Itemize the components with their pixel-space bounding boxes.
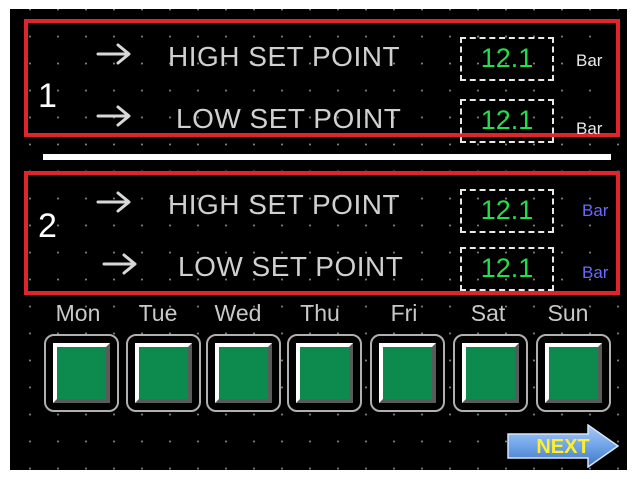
setpoint-group-2: 2 HIGH SET POINT 12.1 Bar LOW SET POINT … xyxy=(24,171,620,295)
day-toggle-key xyxy=(53,343,110,403)
setpoint-group-1: 1 HIGH SET POINT 12.1 Bar LOW SET POINT … xyxy=(24,19,620,143)
day-label-fri: Fri xyxy=(390,300,418,326)
day-toggle-key xyxy=(545,343,602,403)
high-set-point-label: HIGH SET POINT xyxy=(168,189,401,220)
next-button-label: NEXT xyxy=(536,436,590,458)
low-set-point-value[interactable]: 12.1 xyxy=(460,247,554,291)
day-toggle-key xyxy=(215,343,272,403)
day-toggle-wed[interactable] xyxy=(206,334,281,412)
next-button[interactable]: NEXT xyxy=(506,424,620,468)
hmi-screen: 1 HIGH SET POINT 12.1 Bar LOW SET POINT … xyxy=(10,9,627,470)
day-label-mon: Mon xyxy=(55,300,101,326)
high-set-point-label: HIGH SET POINT xyxy=(168,41,401,72)
low-set-point-value[interactable]: 12.1 xyxy=(460,99,554,143)
low-set-point-label: LOW SET POINT xyxy=(178,251,404,282)
right-arrow-icon xyxy=(102,253,138,275)
day-toggle-fri[interactable] xyxy=(370,334,445,412)
day-toggle-key xyxy=(296,343,353,403)
day-toggle-key xyxy=(135,343,192,403)
low-set-point-label: LOW SET POINT xyxy=(176,103,402,134)
day-label-tue: Tue xyxy=(138,300,178,326)
unit-label: Bar xyxy=(582,201,609,220)
day-toggle-sun[interactable] xyxy=(536,334,611,412)
section-divider xyxy=(43,154,611,160)
unit-label: Bar xyxy=(576,119,603,138)
high-set-point-value[interactable]: 12.1 xyxy=(460,189,554,233)
weekday-labels: Mon Tue Wed Thu Fri Sat Sun xyxy=(38,299,618,329)
day-toggle-key xyxy=(462,343,519,403)
day-label-thu: Thu xyxy=(300,300,340,326)
right-arrow-icon xyxy=(96,43,132,65)
right-arrow-icon xyxy=(96,105,132,127)
day-label-sun: Sun xyxy=(547,300,589,326)
unit-label: Bar xyxy=(582,263,609,282)
day-toggle-thu[interactable] xyxy=(287,334,362,412)
low-set-point-row: LOW SET POINT 12.1 Bar xyxy=(28,99,616,143)
low-set-point-row: LOW SET POINT 12.1 Bar xyxy=(28,247,616,291)
day-toggle-sat[interactable] xyxy=(453,334,528,412)
high-set-point-value[interactable]: 12.1 xyxy=(460,37,554,81)
day-label-wed: Wed xyxy=(214,300,262,326)
day-toggle-key xyxy=(379,343,436,403)
high-set-point-row: HIGH SET POINT 12.1 Bar xyxy=(28,37,616,81)
day-label-sat: Sat xyxy=(470,300,506,326)
day-toggle-tue[interactable] xyxy=(126,334,201,412)
high-set-point-row: HIGH SET POINT 12.1 Bar xyxy=(28,189,616,233)
right-arrow-icon xyxy=(96,191,132,213)
day-toggle-mon[interactable] xyxy=(44,334,119,412)
unit-label: Bar xyxy=(576,51,603,70)
